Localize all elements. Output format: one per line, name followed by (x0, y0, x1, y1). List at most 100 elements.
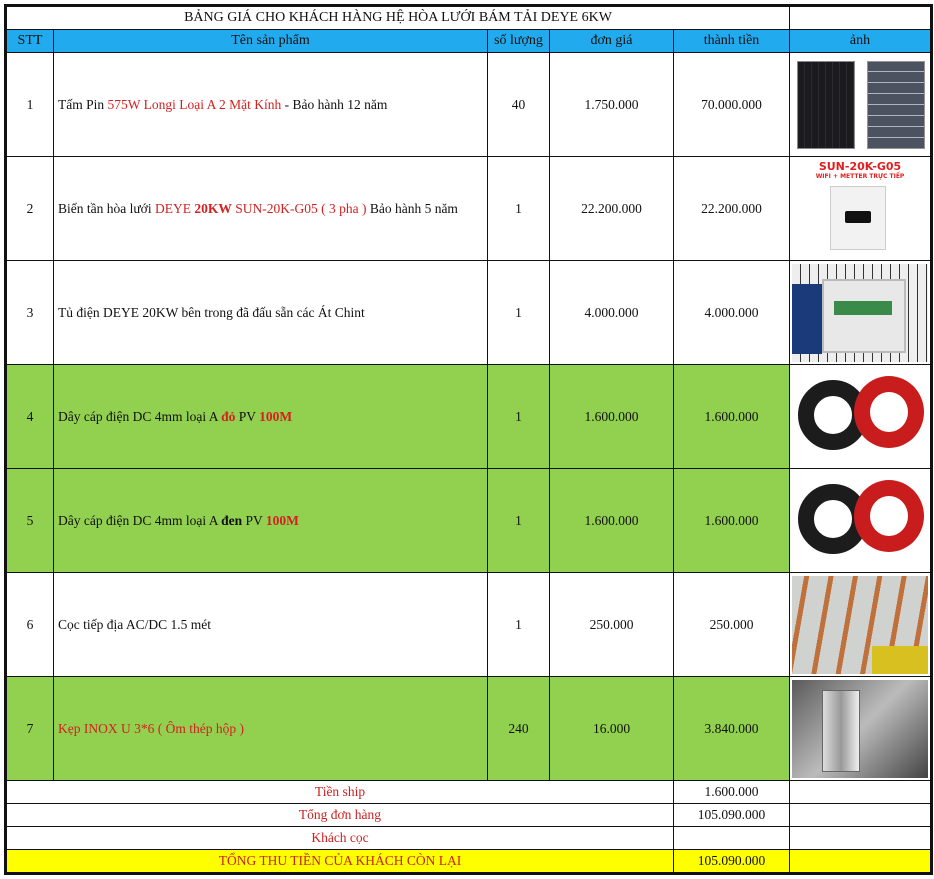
ground-rods-image (792, 575, 929, 674)
total-cell: 70.000.000 (672, 52, 791, 157)
product-name-segment: Dây cáp điện DC 4mm loại A (58, 513, 222, 528)
unit-price-cell: 1.750.000 (549, 52, 674, 157)
image-caption: WIFI + METTER TRỰC TIẾP (815, 172, 905, 180)
product-name-segment: PV (242, 513, 266, 528)
product-name-segment: 100M (259, 409, 293, 424)
product-name-cell: Tấm Pin 575W Longi Loại A 2 Mặt Kính - B… (53, 52, 488, 157)
summary-value (672, 826, 791, 850)
product-name-segment: - Bảo hành 12 năm (281, 97, 388, 112)
empty-cell (789, 803, 933, 827)
table-row: 3 Tủ điện DEYE 20KW bên trong đã đấu sẵn … (5, 260, 933, 365)
total-cell: 3.840.000 (672, 676, 791, 781)
product-name-segment: Tủ điện DEYE 20KW bên trong đã đấu sẵn c… (58, 305, 365, 320)
total-cell: 1.600.000 (672, 364, 791, 469)
product-name-segment: Dây cáp điện DC 4mm loại A (58, 409, 222, 424)
header-stt: STT (5, 29, 54, 53)
total-cell: 22.200.000 (672, 156, 791, 261)
empty-cell (789, 849, 933, 874)
unit-price-cell: 1.600.000 (549, 364, 674, 469)
product-name-segment: 575W Longi Loại A 2 Mặt Kính (107, 97, 282, 112)
summary-value: 1.600.000 (672, 780, 791, 804)
table-row: 6 Cọc tiếp địa AC/DC 1.5 mét 1 250.000 250.0… (5, 572, 933, 677)
product-name-segment: 100M (265, 513, 299, 528)
table-row: 4 Dây cáp điện DC 4mm loại A đỏ PV 100M 1 1… (5, 364, 933, 469)
table-row: 5 Dây cáp điện DC 4mm loại A đen PV 100M 1… (5, 468, 933, 573)
table-title: BẢNG GIÁ CHO KHÁCH HÀNG HỆ HÒA LƯỚI BÁM … (4, 5, 791, 30)
table-row: 7 Kẹp INOX U 3*6 ( Ôm thép hộp ) 240 16.000… (5, 676, 933, 781)
image-cell (789, 572, 933, 677)
inverter-image: SUN-20K-G05 WIFI + METTER TRỰC TIẾP (792, 160, 928, 258)
summary-label: TỔNG THU TIỀN CỦA KHÁCH CÒN LẠI (5, 849, 674, 874)
empty-cell (789, 780, 933, 804)
product-name-cell: Biến tần hòa lưới DEYE 20KW SUN-20K-G05 … (53, 156, 488, 261)
header-image: ảnh (789, 29, 933, 53)
stt-cell: 3 (5, 260, 54, 365)
stt-cell: 2 (5, 156, 54, 261)
summary-row: Khách cọc (5, 826, 933, 850)
stt-cell: 7 (5, 676, 54, 781)
image-cell (789, 260, 933, 365)
summary-value: 105.090.000 (672, 849, 791, 874)
product-name-cell: Tủ điện DEYE 20KW bên trong đã đấu sẵn c… (53, 260, 488, 365)
quantity-cell: 1 (487, 364, 550, 469)
image-cell (789, 52, 933, 157)
stt-cell: 6 (5, 572, 54, 677)
total-cell: 4.000.000 (672, 260, 791, 365)
image-cell (789, 468, 933, 573)
image-cell (789, 364, 933, 469)
summary-label: Khách cọc (5, 826, 674, 850)
summary-label: Tiền ship (5, 780, 674, 804)
quantity-cell: 1 (487, 468, 550, 573)
product-name-cell: Dây cáp điện DC 4mm loại A đỏ PV 100M (53, 364, 488, 469)
empty-cell (789, 826, 933, 850)
table-row: 1 Tấm Pin 575W Longi Loại A 2 Mặt Kính - … (5, 52, 933, 157)
product-name-segment: Tấm Pin (58, 97, 108, 112)
product-name-segment: PV (235, 409, 260, 424)
unit-price-cell: 4.000.000 (549, 260, 674, 365)
product-name-segment: Kẹp INOX U 3*6 ( Ôm thép hộp ) (58, 721, 244, 736)
image-cell: SUN-20K-G05 WIFI + METTER TRỰC TIẾP (789, 156, 933, 261)
summary-label: Tổng đơn hàng (5, 803, 674, 827)
summary-row: Tiền ship 1.600.000 (5, 780, 933, 804)
product-name-segment: DEYE (154, 201, 195, 216)
empty-cell (789, 5, 933, 30)
quantity-cell: 1 (487, 156, 550, 261)
summary-row: Tổng đơn hàng 105.090.000 (5, 803, 933, 827)
header-name: Tên sản phẩm (53, 29, 488, 53)
quantity-cell: 1 (487, 260, 550, 365)
summary-value: 105.090.000 (672, 803, 791, 827)
image-cell (789, 676, 933, 781)
product-name-segment: đen (221, 513, 243, 528)
unit-price-cell: 22.200.000 (549, 156, 674, 261)
unit-price-cell: 250.000 (549, 572, 674, 677)
quantity-cell: 1 (487, 572, 550, 677)
total-cell: 1.600.000 (672, 468, 791, 573)
product-name-cell: Dây cáp điện DC 4mm loại A đen PV 100M (53, 468, 488, 573)
unit-price-cell: 16.000 (549, 676, 674, 781)
table-row: 2 Biến tần hòa lưới DEYE 20KW SUN-20K-G05… (5, 156, 933, 261)
solar-panels-image (792, 56, 928, 154)
product-name-cell: Kẹp INOX U 3*6 ( Ôm thép hộp ) (53, 676, 488, 781)
dc-cable-image (792, 368, 928, 466)
stt-cell: 5 (5, 468, 54, 573)
product-name-segment: Cọc tiếp địa AC/DC 1.5 mét (58, 617, 211, 632)
total-cell: 250.000 (672, 572, 791, 677)
header-total: thành tiền (672, 29, 791, 53)
inox-clamp-image (792, 679, 929, 778)
header-qty: số lượng (487, 29, 550, 53)
image-caption: SUN-20K-G05 (818, 159, 902, 173)
electrical-cabinet-image (792, 263, 929, 362)
header-price: đơn giá (549, 29, 674, 53)
summary-row: TỔNG THU TIỀN CỦA KHÁCH CÒN LẠI 105.090.0… (5, 849, 933, 874)
quantity-cell: 240 (487, 676, 550, 781)
product-name-segment: 20KW (194, 201, 232, 216)
dc-cable-image (792, 472, 928, 570)
product-name-segment: SUN-20K-G05 ( 3 pha ) (231, 201, 367, 216)
price-table: BẢNG GIÁ CHO KHÁCH HÀNG HỆ HÒA LƯỚI BÁM … (4, 4, 934, 875)
product-name-cell: Cọc tiếp địa AC/DC 1.5 mét (53, 572, 488, 677)
header-row: STT Tên sản phẩm số lượng đơn giá thành … (5, 29, 933, 53)
product-name-segment: Biến tần hòa lưới (58, 201, 155, 216)
stt-cell: 4 (5, 364, 54, 469)
quantity-cell: 40 (487, 52, 550, 157)
stt-cell: 1 (5, 52, 54, 157)
